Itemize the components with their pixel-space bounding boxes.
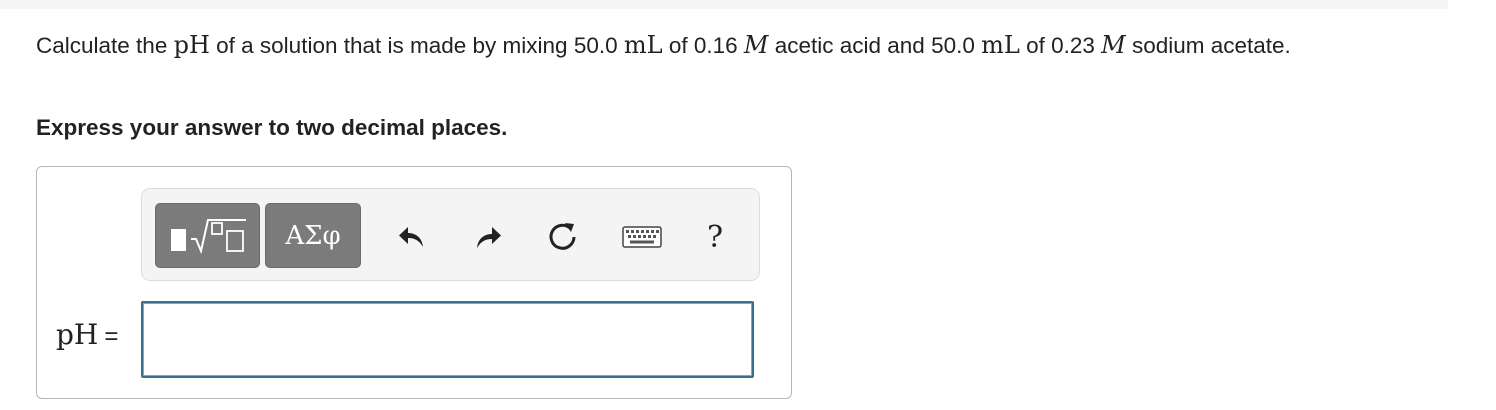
- answer-label-text: pH: [56, 318, 99, 351]
- reset-icon: [549, 223, 576, 250]
- redo-icon: [477, 227, 501, 248]
- keyboard-icon: [622, 226, 662, 248]
- question-text-part: sodium acetate.: [1125, 33, 1291, 58]
- help-label: ?: [706, 219, 724, 255]
- question-text: Calculate the pH of a solution that is m…: [36, 29, 1436, 62]
- answer-area: ΑΣφ ? pH =: [36, 166, 792, 399]
- keyboard-button[interactable]: [620, 217, 664, 257]
- undo-button[interactable]: [392, 217, 432, 257]
- math-unit-molar: M: [743, 31, 769, 59]
- question-text-part: of 0.23: [1019, 33, 1102, 58]
- math-toolbar: ΑΣφ ?: [141, 188, 760, 281]
- top-strip: [0, 0, 1448, 9]
- symbols-label: ΑΣφ: [285, 220, 341, 251]
- math-unit-molar: M: [1101, 31, 1126, 59]
- question-text-part: Calculate the: [36, 33, 174, 58]
- instruction-text: Express your answer to two decimal place…: [36, 115, 508, 140]
- symbols-button[interactable]: ΑΣφ: [265, 203, 361, 268]
- reset-button[interactable]: [543, 217, 583, 257]
- math-ph: pH: [173, 31, 210, 59]
- ph-answer-input[interactable]: [141, 301, 754, 378]
- question-text-part: of 0.16: [662, 33, 744, 58]
- question-text-part: of a solution that is made by mixing 50.…: [209, 33, 624, 58]
- equals-sign: =: [104, 323, 119, 350]
- undo-icon: [399, 227, 423, 247]
- math-unit-ml: mL: [623, 31, 663, 59]
- answer-label: pH =: [56, 318, 118, 351]
- question-text-part: acetic acid and 50.0: [768, 33, 982, 58]
- templates-icon: [170, 218, 246, 254]
- templates-button[interactable]: [155, 203, 260, 268]
- help-button[interactable]: ?: [695, 217, 735, 257]
- redo-button[interactable]: [468, 217, 508, 257]
- math-unit-ml: mL: [981, 31, 1020, 59]
